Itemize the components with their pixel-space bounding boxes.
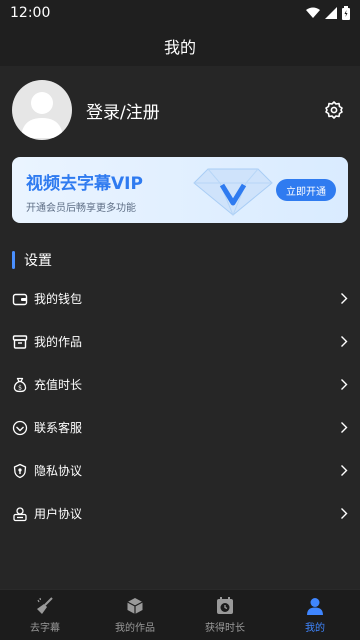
shield-icon — [13, 463, 27, 478]
nav-label: 我的 — [305, 623, 325, 634]
menu-item-user-agreement[interactable]: 用户协议 — [0, 492, 360, 535]
heart-chat-icon — [12, 420, 28, 435]
login-register-link[interactable]: 登录/注册 — [86, 98, 160, 123]
section-title: 设置 — [24, 253, 52, 269]
nav-label: 获得时长 — [205, 623, 245, 634]
chevron-right-icon — [341, 508, 348, 519]
page-title: 我的 — [163, 38, 196, 57]
menu-label: 我的钱包 — [34, 292, 83, 306]
broom-icon — [37, 597, 53, 614]
wallet-icon — [12, 293, 28, 305]
avatar[interactable] — [12, 80, 72, 140]
chevron-right-icon — [341, 379, 348, 390]
menu-item-wallet[interactable]: 我的钱包 — [0, 277, 360, 320]
wifi-icon — [306, 7, 320, 18]
svg-text:$: $ — [18, 384, 22, 391]
person-icon — [307, 598, 323, 615]
menu-item-my-works[interactable]: 我的作品 — [0, 320, 360, 363]
nav-item-get-duration[interactable]: 获得时长 — [180, 590, 270, 640]
nav-label: 我的作品 — [115, 623, 155, 634]
menu-label: 用户协议 — [34, 507, 83, 521]
chevron-right-icon — [341, 293, 348, 304]
menu-item-customer-service[interactable]: 联系客服 — [0, 406, 360, 449]
settings-section-header: 设置 — [12, 250, 52, 270]
menu-label: 隐私协议 — [34, 464, 83, 478]
vip-title: 视频去字幕VIP — [26, 174, 143, 194]
settings-menu: 我的钱包 我的作品 $ 充值时长 联系客服 隐私协议 用户协议 — [0, 277, 360, 535]
default-avatar-icon — [21, 92, 63, 138]
nav-item-remove-subtitles[interactable]: 去字幕 — [0, 590, 90, 640]
works-icon — [12, 334, 28, 349]
battery-icon — [342, 6, 350, 20]
menu-item-privacy[interactable]: 隐私协议 — [0, 449, 360, 492]
chevron-right-icon — [341, 336, 348, 347]
menu-label: 充值时长 — [34, 378, 83, 392]
nav-item-my-works[interactable]: 我的作品 — [90, 590, 180, 640]
signal-icon — [325, 7, 337, 19]
menu-item-recharge[interactable]: $ 充值时长 — [0, 363, 360, 406]
status-bar: 12:00 — [0, 0, 360, 26]
profile-section[interactable]: 登录/注册 — [12, 80, 348, 140]
menu-label: 我的作品 — [34, 335, 83, 349]
status-time: 12:00 — [10, 5, 51, 21]
title-bar: 我的 — [0, 26, 360, 66]
gear-icon[interactable] — [324, 100, 344, 120]
box-icon — [127, 598, 143, 614]
status-icons — [306, 6, 350, 20]
nav-label: 去字幕 — [30, 623, 60, 634]
chevron-right-icon — [341, 422, 348, 433]
vip-banner[interactable]: 视频去字幕VIP 开通会员后畅享更多功能 立即开通 — [12, 157, 348, 223]
money-bag-icon: $ — [13, 377, 27, 392]
diamond-icon — [193, 168, 273, 217]
clock-icon — [217, 597, 233, 614]
section-marker — [12, 251, 15, 269]
chevron-right-icon — [341, 465, 348, 476]
nav-item-mine[interactable]: 我的 — [270, 590, 360, 640]
vip-open-button[interactable]: 立即开通 — [276, 179, 336, 201]
menu-label: 联系客服 — [34, 421, 83, 435]
vip-subtitle: 开通会员后畅享更多功能 — [26, 203, 136, 214]
user-doc-icon — [13, 506, 27, 521]
bottom-nav: 去字幕 我的作品 获得时长 我的 — [0, 589, 360, 640]
